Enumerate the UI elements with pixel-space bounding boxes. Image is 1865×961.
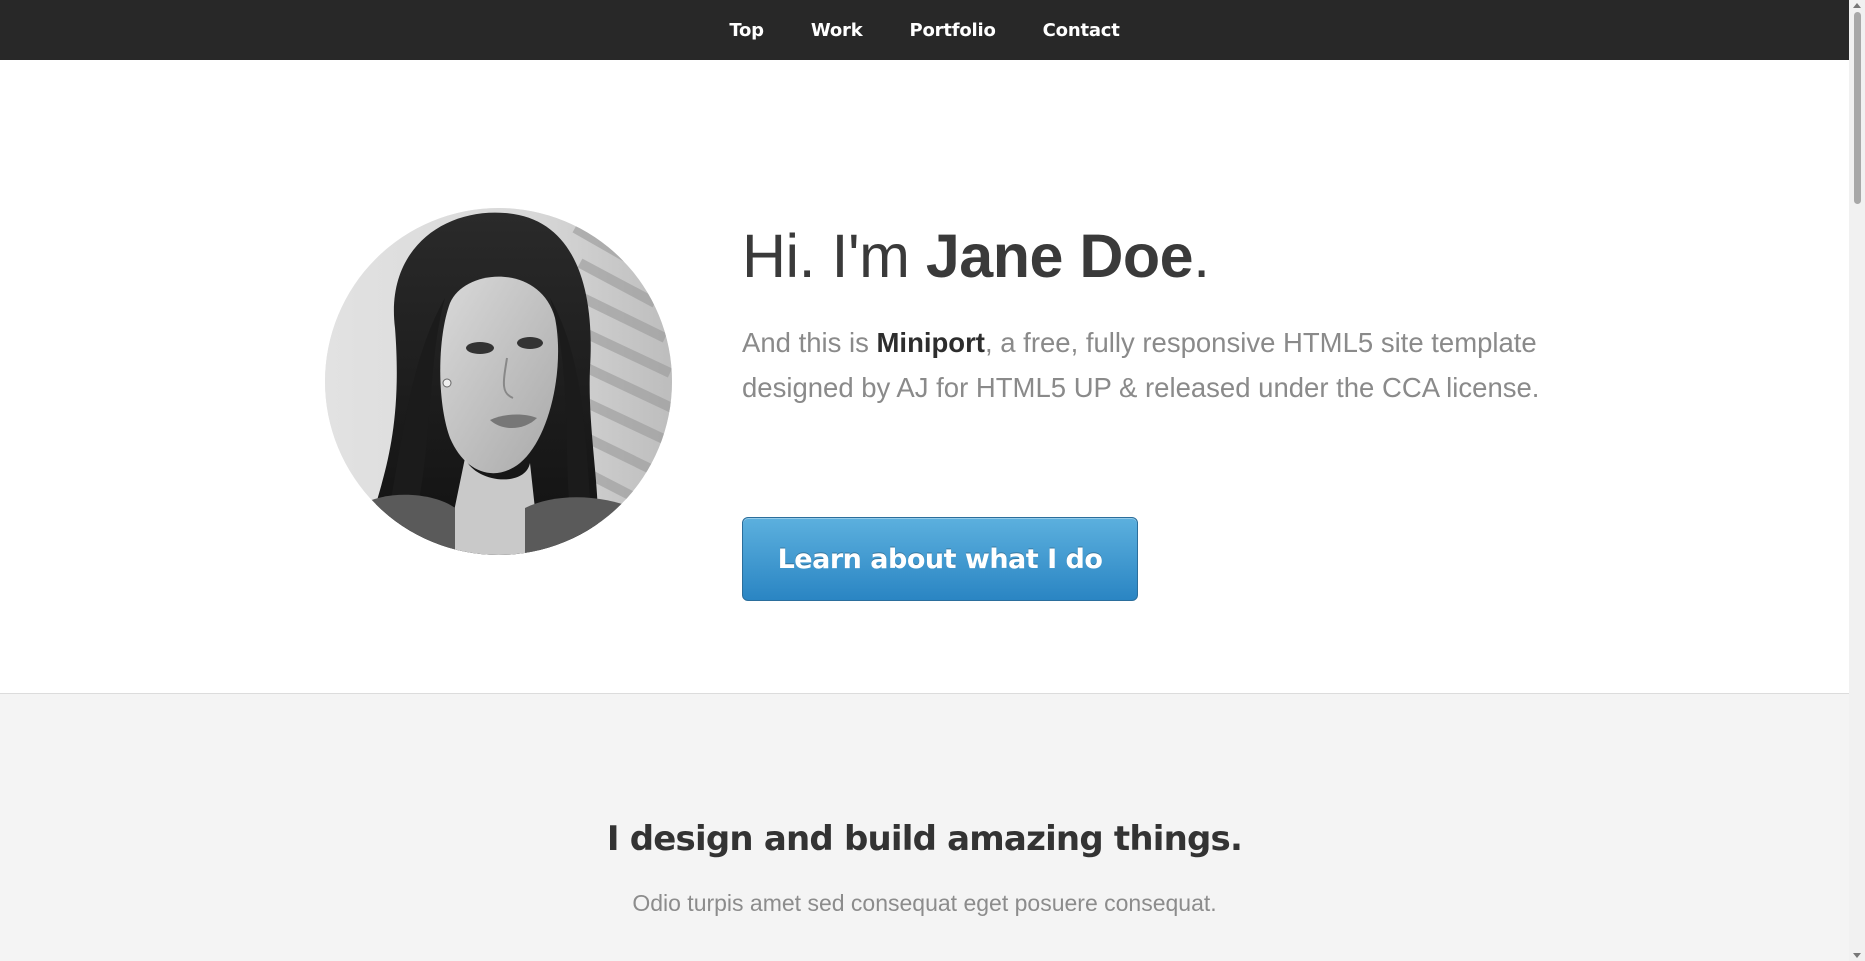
hero-text: Hi. I'm Jane Doe. And this is Miniport, … [742, 208, 1542, 601]
work-section: I design and build amazing things. Odio … [0, 694, 1849, 961]
learn-more-button[interactable]: Learn about what I do [742, 517, 1138, 601]
nav-link-contact[interactable]: Contact [1043, 20, 1120, 41]
vertical-scrollbar[interactable] [1849, 0, 1865, 961]
hero-greeting: Hi. I'm [742, 222, 926, 290]
hero-section: Hi. I'm Jane Doe. And this is Miniport, … [0, 60, 1849, 694]
work-heading: I design and build amazing things. [606, 819, 1243, 859]
hero-description: And this is Miniport, a free, fully resp… [742, 320, 1542, 410]
scroll-down-icon[interactable] [1853, 953, 1861, 958]
profile-photo [325, 208, 672, 555]
hero-desc-prefix: And this is [742, 327, 877, 358]
hero-name: Jane Doe [925, 222, 1194, 290]
page: Top Work Portfolio Contact Hi. I'm Jane … [0, 0, 1865, 961]
scrollbar-thumb[interactable] [1854, 12, 1861, 204]
nav-link-portfolio[interactable]: Portfolio [910, 20, 996, 41]
nav-link-top[interactable]: Top [729, 20, 764, 41]
portrait-image [325, 208, 672, 555]
hero-period: . [1193, 222, 1210, 290]
work-subtitle: Odio turpis amet sed consequat eget posu… [632, 890, 1217, 916]
top-navigation: Top Work Portfolio Contact [0, 0, 1849, 60]
hero-brand: Miniport [876, 327, 985, 358]
hero-heading: Hi. I'm Jane Doe. [742, 208, 1542, 304]
scroll-up-icon[interactable] [1853, 3, 1861, 8]
nav-link-work[interactable]: Work [811, 20, 863, 41]
nav-links: Top Work Portfolio Contact [729, 20, 1120, 41]
